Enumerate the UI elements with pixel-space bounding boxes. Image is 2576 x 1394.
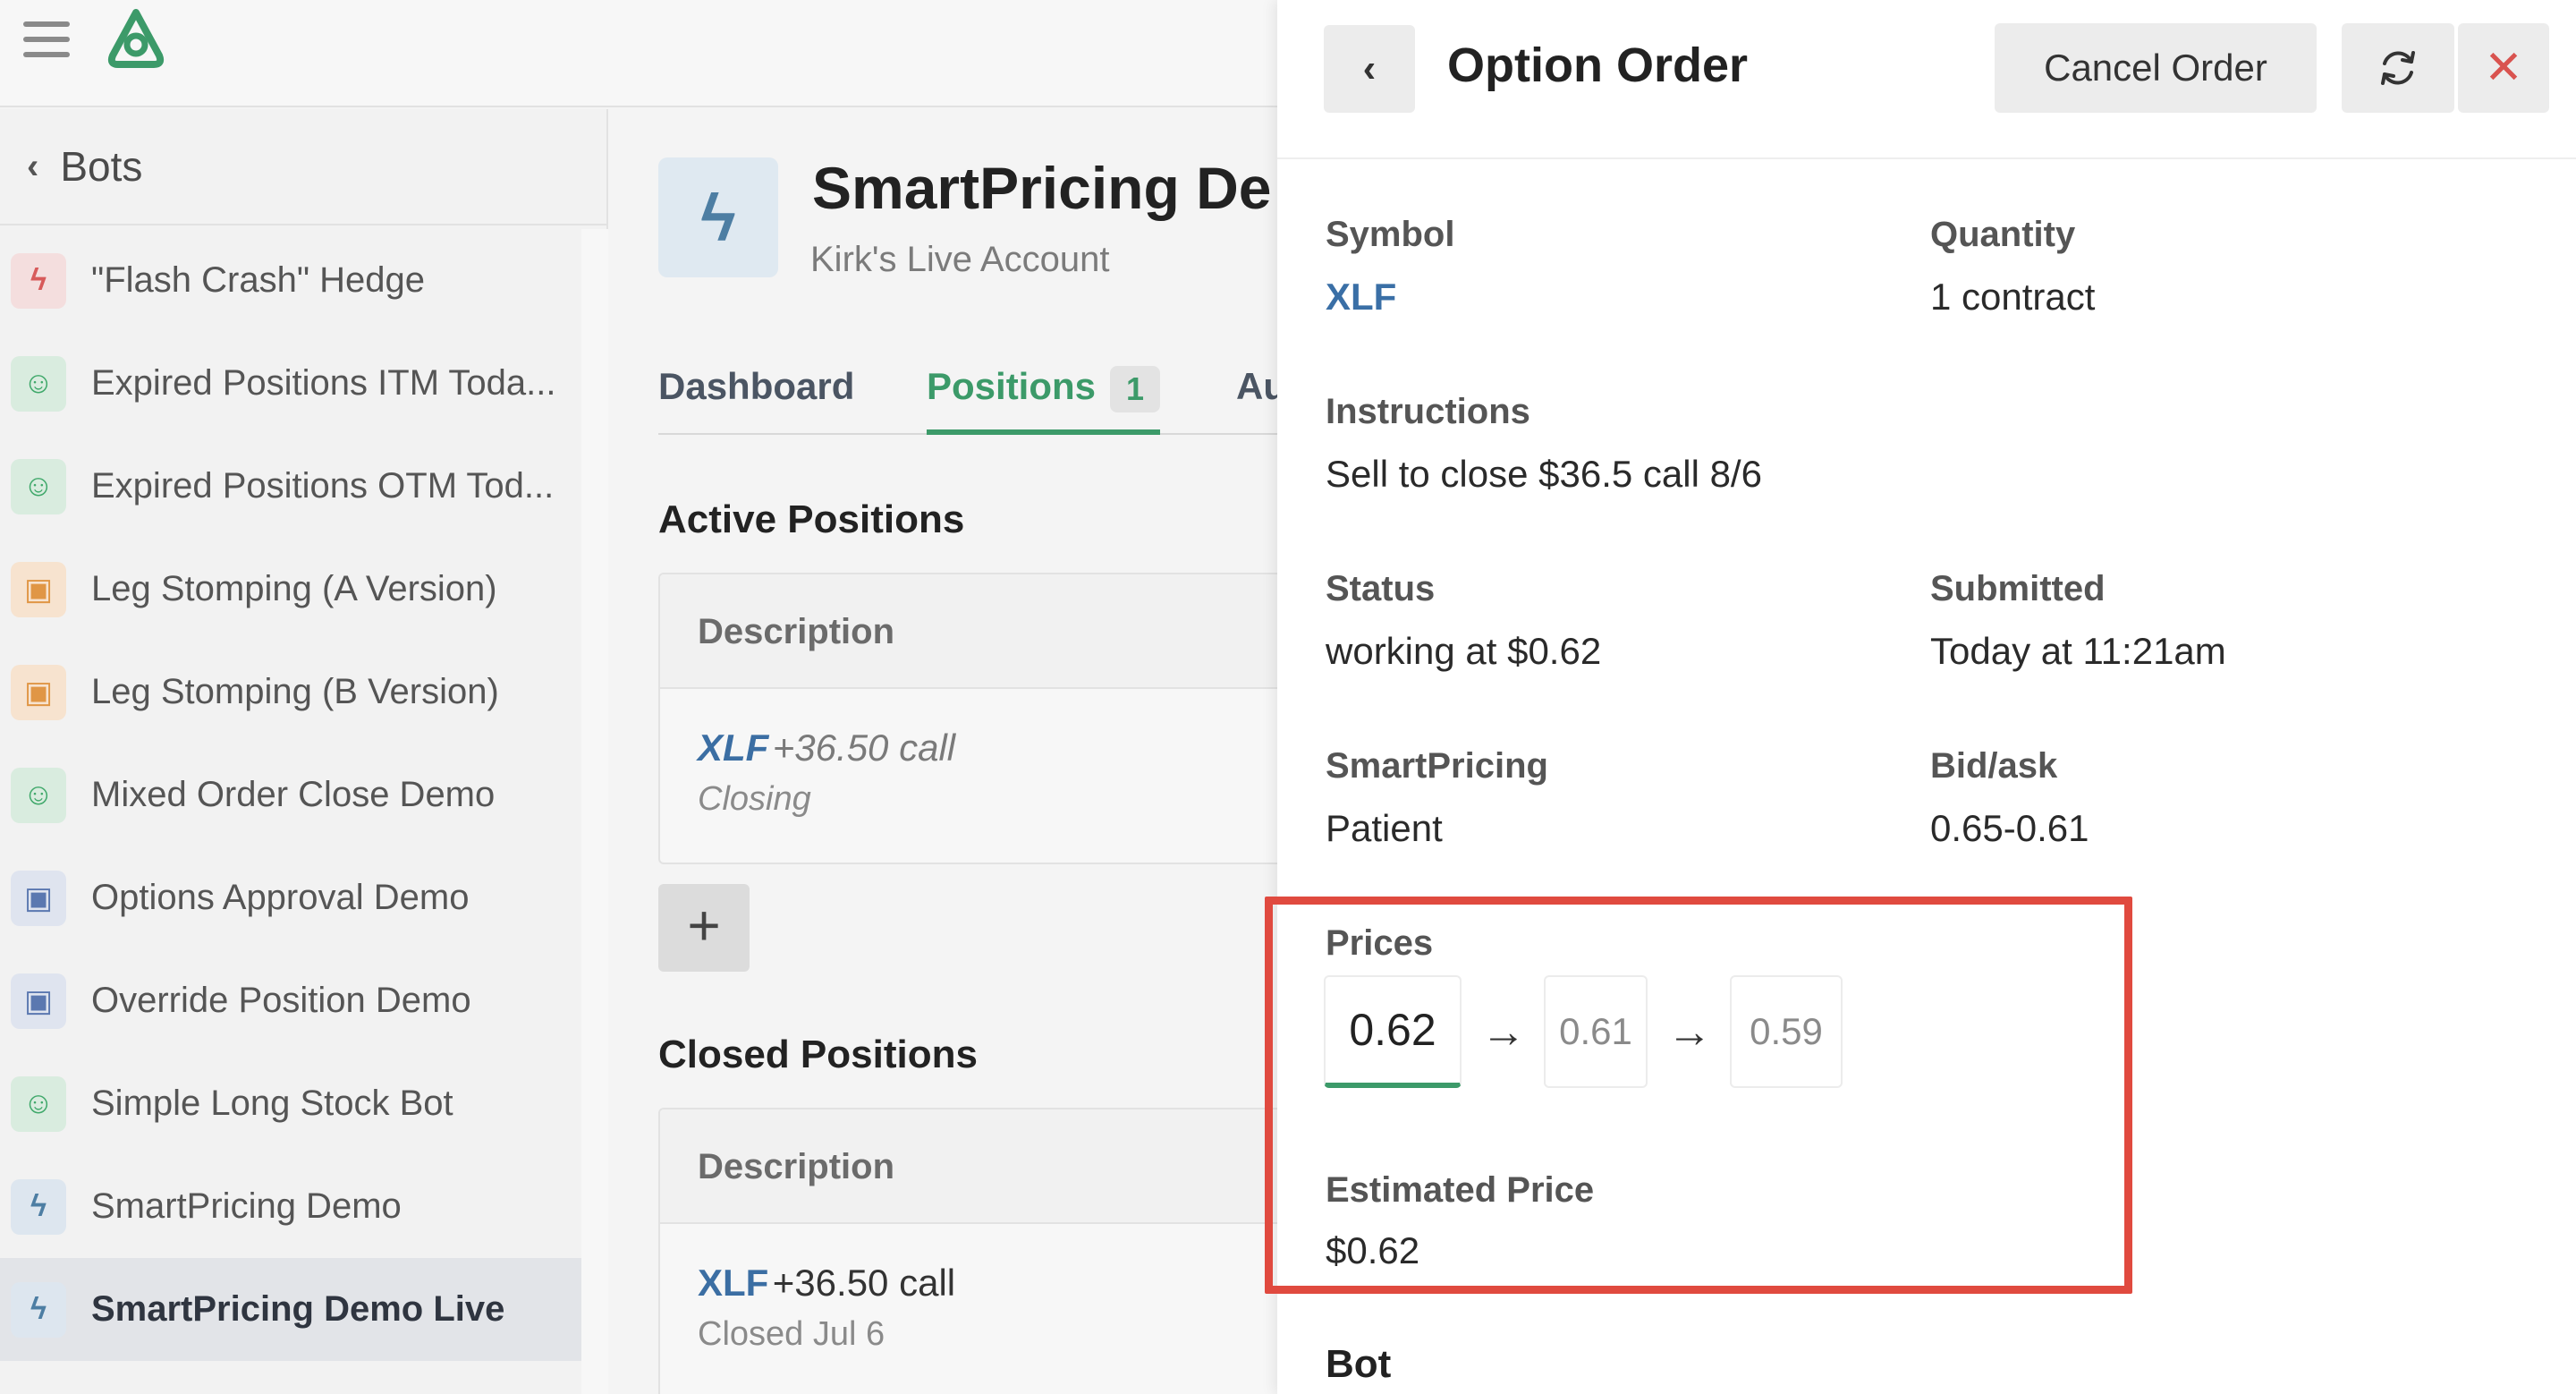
robot-face-icon: ☺ — [11, 458, 66, 514]
bot-section-label: Bot — [1326, 1342, 1392, 1386]
sidebar-item-bot[interactable]: ▣ Leg Stomping (B Version) — [0, 641, 581, 744]
sidebar-item-bot[interactable]: ▣ Leg Stomping (A Version) — [0, 538, 581, 641]
submitted-value: Today at 11:21am — [1930, 630, 2226, 672]
sidebar-item-label: Expired Positions ITM Toda... — [91, 363, 556, 403]
position-symbol[interactable]: XLF — [698, 727, 768, 769]
column-header-description: Description — [660, 574, 1283, 689]
flash-icon: ϟ — [11, 252, 66, 309]
quantity-label: Quantity — [1930, 215, 2076, 254]
chevron-left-icon: ‹ — [1362, 47, 1377, 90]
sidebar-item-label: "Flash Crash" Hedge — [91, 260, 426, 300]
back-label: Bots — [60, 143, 143, 190]
status-label: Status — [1326, 569, 1436, 608]
sidebar-item-bot[interactable]: ☺ Simple Long Stock Bot — [0, 1052, 581, 1155]
sidebar-item-label: Simple Long Stock Bot — [91, 1084, 453, 1123]
hamburger-menu-icon[interactable] — [23, 21, 70, 63]
symbol-value[interactable]: XLF — [1326, 276, 1396, 319]
bidask-value: 0.65-0.61 — [1930, 807, 2089, 849]
closed-positions-table: Description XLF +36.50 call Closed Jul 6 — [658, 1108, 1284, 1394]
bots-sidebar: ‹ Bots ϟ "Flash Crash" Hedge ☺ Expired Posi… — [0, 109, 608, 1394]
sidebar-item-label: Expired Positions OTM Tod... — [91, 466, 555, 506]
bot-detail-main: ϟ SmartPricing De Kirk's Live Account Da… — [610, 109, 1286, 1394]
flash-icon: ϟ — [11, 1178, 66, 1235]
back-button[interactable]: ‹ — [1324, 25, 1415, 113]
quantity-value: 1 contract — [1930, 276, 2096, 318]
flash-icon: ϟ — [658, 157, 778, 277]
position-symbol[interactable]: XLF — [698, 1262, 768, 1304]
symbol-label: Symbol — [1326, 215, 1455, 254]
close-icon: ✕ — [2484, 42, 2523, 94]
sidebar-scrollbar[interactable] — [581, 229, 608, 1394]
positions-count-badge: 1 — [1110, 365, 1161, 412]
tab-positions[interactable]: Positions 1 — [927, 342, 1161, 435]
app-logo-icon[interactable] — [100, 5, 172, 73]
drawer-header: ‹ Option Order Cancel Order ✕ — [1277, 0, 2576, 159]
position-detail: +36.50 call — [772, 1262, 956, 1304]
robot-icon: ▣ — [11, 664, 66, 720]
flash-icon: ϟ — [11, 1281, 66, 1338]
bot-list: ϟ "Flash Crash" Hedge ☺ Expired Positions I… — [0, 229, 581, 1361]
drawer-title: Option Order — [1447, 38, 1748, 92]
column-header-description: Description — [660, 1109, 1283, 1224]
close-button[interactable]: ✕ — [2458, 23, 2549, 113]
sidebar-item-bot[interactable]: ▣ Options Approval Demo — [0, 846, 581, 949]
sidebar-item-bot[interactable]: ▣ Override Position Demo — [0, 949, 581, 1052]
sidebar-item-label: Options Approval Demo — [91, 878, 470, 917]
submitted-label: Submitted — [1930, 569, 2106, 608]
closed-positions-title: Closed Positions — [658, 1033, 978, 1076]
top-bar — [0, 0, 1277, 107]
active-positions-title: Active Positions — [658, 497, 965, 541]
sidebar-item-bot[interactable]: ☺ Mixed Order Close Demo — [0, 744, 581, 846]
sidebar-item-label: Leg Stomping (A Version) — [91, 569, 497, 608]
bot-tabs: Dashboard Positions 1 Au — [658, 342, 1286, 435]
robot-face-icon: ☺ — [11, 355, 66, 412]
tab-dashboard[interactable]: Dashboard — [658, 342, 854, 435]
bot-account: Kirk's Live Account — [810, 240, 1110, 279]
sidebar-item-label: SmartPricing Demo Live — [91, 1289, 505, 1329]
sidebar-item-label: SmartPricing Demo — [91, 1186, 402, 1226]
robot-icon: ▣ — [11, 561, 66, 617]
active-positions-table: Description XLF +36.50 call Closing — [658, 573, 1284, 864]
bot-title: SmartPricing De — [812, 155, 1272, 221]
sidebar-item-bot[interactable]: ϟ SmartPricing Demo — [0, 1155, 581, 1258]
smartpricing-label: SmartPricing — [1326, 746, 1548, 786]
table-row[interactable]: XLF +36.50 call Closed Jul 6 — [660, 1224, 1283, 1354]
highlight-box — [1265, 897, 2132, 1294]
sidebar-item-bot[interactable]: ☺ Expired Positions OTM Tod... — [0, 435, 581, 538]
add-position-button[interactable]: + — [658, 884, 750, 972]
smartpricing-value: Patient — [1326, 807, 1443, 849]
position-status: Closed Jul 6 — [698, 1315, 886, 1353]
sidebar-item-bot[interactable]: ☺ Expired Positions ITM Toda... — [0, 332, 581, 435]
chevron-left-icon: ‹ — [27, 146, 39, 186]
refresh-button[interactable] — [2342, 23, 2454, 113]
sidebar-item-bot[interactable]: ϟ SmartPricing Demo Live — [0, 1258, 581, 1361]
robot-face-icon: ☺ — [11, 767, 66, 823]
instructions-label: Instructions — [1326, 392, 1530, 431]
sidebar-item-bot[interactable]: ϟ "Flash Crash" Hedge — [0, 229, 581, 332]
position-status: Closing — [698, 780, 811, 818]
bidask-label: Bid/ask — [1930, 746, 2058, 786]
instructions-value: Sell to close $36.5 call 8/6 — [1326, 453, 1762, 495]
robot-icon: ▣ — [11, 973, 66, 1029]
position-detail: +36.50 call — [772, 727, 956, 769]
sidebar-item-label: Override Position Demo — [91, 981, 471, 1020]
refresh-icon — [2381, 51, 2415, 85]
robot-face-icon: ☺ — [11, 1075, 66, 1132]
sidebar-item-label: Mixed Order Close Demo — [91, 775, 496, 814]
robot-icon: ▣ — [11, 870, 66, 926]
cancel-order-button[interactable]: Cancel Order — [1995, 23, 2317, 113]
sidebar-item-label: Leg Stomping (B Version) — [91, 672, 499, 711]
back-to-bots-link[interactable]: ‹ Bots — [0, 109, 606, 225]
status-value: working at $0.62 — [1326, 630, 1602, 672]
table-row[interactable]: XLF +36.50 call Closing — [660, 689, 1283, 819]
